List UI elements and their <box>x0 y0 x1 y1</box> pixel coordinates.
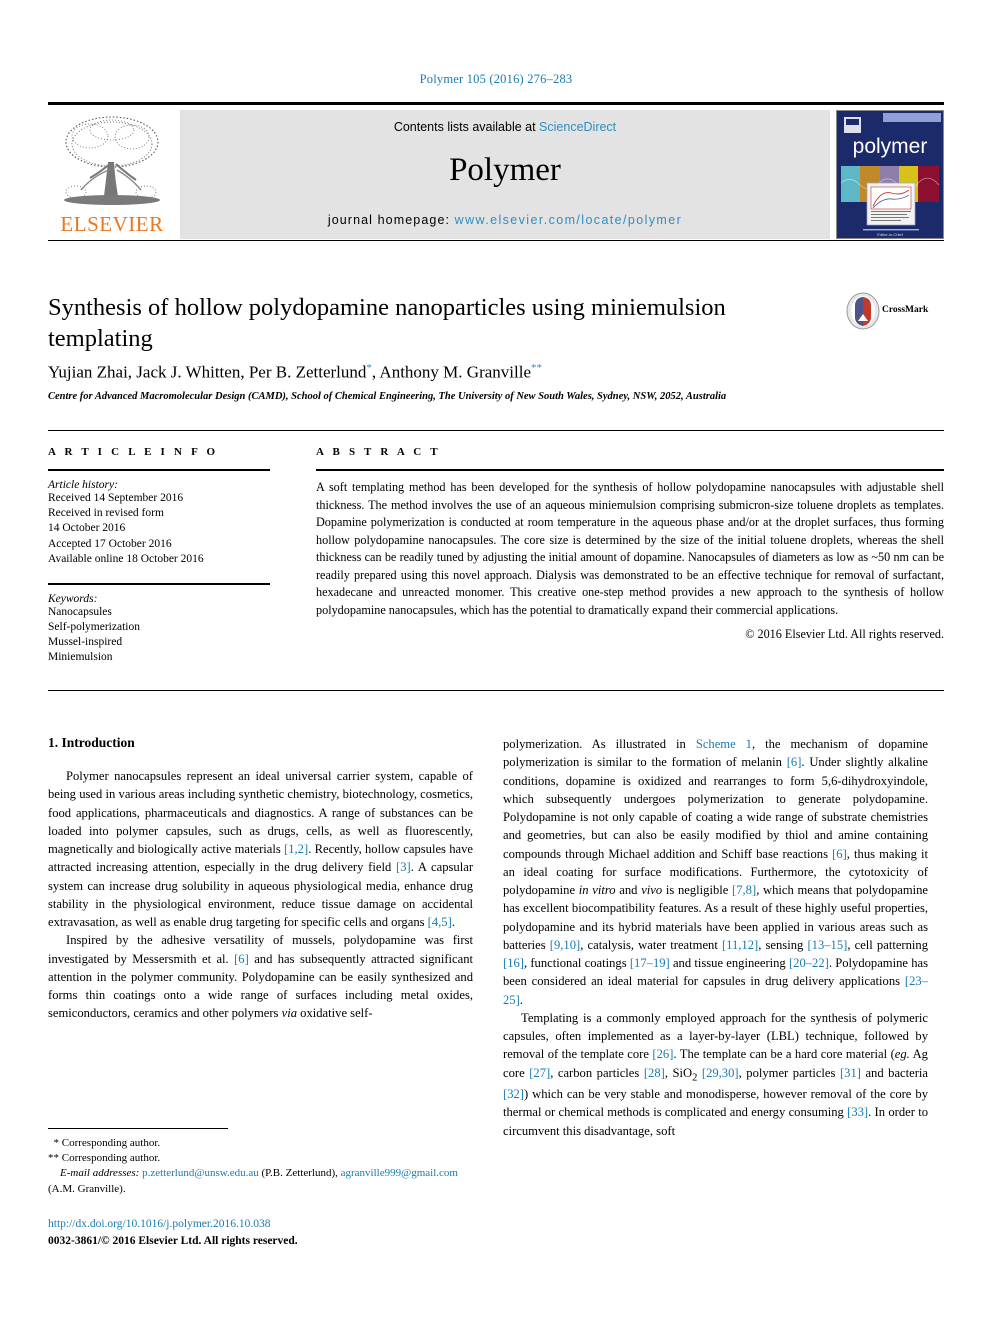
journal-title: Polymer <box>449 152 561 188</box>
info-divider-bottom <box>48 690 944 691</box>
article-info-panel: A R T I C L E I N F O Article history: R… <box>48 446 270 666</box>
corresponding-author-single: * Corresponding author. <box>48 1136 473 1151</box>
page-title: Synthesis of hollow polydopamine nanopar… <box>48 294 726 353</box>
affiliation: Centre for Advanced Macromolecular Desig… <box>48 391 727 402</box>
journal-homepage-link[interactable]: www.elsevier.com/locate/polymer <box>455 213 683 227</box>
email-addresses-line: E-mail addresses: p.zetterlund@unsw.edu.… <box>48 1166 473 1196</box>
paragraph: Inspired by the adhesive versatility of … <box>48 933 473 1021</box>
paragraph: Templating is a commonly employed approa… <box>503 1010 929 1138</box>
abstract-copyright: © 2016 Elsevier Ltd. All rights reserved… <box>745 626 944 641</box>
body-column-left: 1. Introduction Polymer nanocapsules rep… <box>48 735 473 1023</box>
author-list: Yujian Zhai, Jack J. Whitten, Per B. Zet… <box>48 362 543 382</box>
sciencedirect-banner: Contents lists available at ScienceDirec… <box>180 110 830 239</box>
email-owner-granville: (A.M. Granville). <box>48 1182 126 1195</box>
email-label: E-mail addresses: <box>60 1167 140 1180</box>
corresponding-author-double: ** Corresponding author. <box>48 1151 473 1166</box>
article-history-list: Received 14 September 2016 Received in re… <box>48 491 270 567</box>
corresponding-author-single-label: Corresponding author. <box>61 1137 161 1149</box>
cover-artwork: polymer Editor-in-Chief <box>837 111 943 238</box>
list-item: Available online 18 October 2016 <box>48 552 204 565</box>
asterisk-double-icon: ** <box>48 1152 59 1165</box>
article-history-label: Article history: <box>48 479 118 491</box>
list-item: Nanocapsules <box>48 605 112 618</box>
abstract-heading: A B S T R A C T <box>316 446 441 458</box>
elsevier-logo: ELSEVIER <box>48 110 176 239</box>
elsevier-wordmark: ELSEVIER <box>60 212 164 236</box>
doi-block: http://dx.doi.org/10.1016/j.polymer.2016… <box>48 1216 473 1249</box>
list-item: 14 October 2016 <box>48 522 126 535</box>
email-owner-zetterlund: (P.B. Zetterlund), <box>261 1167 338 1180</box>
list-item: Received 14 September 2016 <box>48 492 184 504</box>
list-item: Self-polymerization <box>48 621 140 634</box>
title-divider <box>48 240 944 241</box>
abstract-text: A soft templating method has been develo… <box>316 480 944 617</box>
keywords-rule <box>48 582 270 585</box>
corresponding-author-double-label: Corresponding author. <box>61 1152 161 1165</box>
journal-masthead: ELSEVIER Contents lists available at Sci… <box>48 102 944 239</box>
sciencedirect-link[interactable]: ScienceDirect <box>539 120 616 134</box>
running-head: Polymer 105 (2016) 276–283 <box>419 72 573 86</box>
paragraph: Polymer nanocapsules represent an ideal … <box>48 769 474 929</box>
left-paragraphs: Polymer nanocapsules represent an ideal … <box>48 767 473 1023</box>
list-item: Mussel-inspired <box>48 636 123 649</box>
body-column-right: polymerization. As illustrated in Scheme… <box>503 735 928 1140</box>
info-divider-top <box>48 430 944 431</box>
footnotes-block: * Corresponding author. ** Corresponding… <box>48 1136 473 1197</box>
keywords-block: Keywords: Nanocapsules Self-polymerizatio… <box>48 582 270 666</box>
paragraph: polymerization. As illustrated in Scheme… <box>503 737 929 1007</box>
elsevier-tree-icon <box>64 116 160 205</box>
contents-available-line: Contents lists available at ScienceDirec… <box>180 120 830 134</box>
doi-link[interactable]: http://dx.doi.org/10.1016/j.polymer.2016… <box>48 1216 473 1233</box>
abstract-panel: A B S T R A C T A soft templating method… <box>316 446 944 642</box>
svg-text:Editor-in-Chief: Editor-in-Chief <box>877 232 903 237</box>
article-info-rule <box>48 469 270 471</box>
crossmark-badge[interactable]: CrossMark <box>846 292 946 332</box>
asterisk-single-icon: * <box>48 1137 60 1149</box>
abstract-rule <box>316 469 944 471</box>
keywords-list: Nanocapsules Self-polymerization Mussel-in… <box>48 605 270 666</box>
email-link-granville[interactable]: agranville999@gmail.com <box>341 1167 458 1179</box>
issn-copyright-line: 0032-3861/© 2016 Elsevier Ltd. All right… <box>48 1234 298 1247</box>
list-item: Received in revised form <box>48 507 164 520</box>
list-item: Accepted 17 October 2016 <box>48 537 172 550</box>
journal-homepage-line: journal homepage: www.elsevier.com/locat… <box>180 213 830 227</box>
section-heading-introduction: 1. Introduction <box>48 735 135 750</box>
crossmark-icon <box>846 292 880 330</box>
svg-text:polymer: polymer <box>853 135 928 158</box>
footnote-divider <box>48 1128 228 1129</box>
crossmark-label: CrossMark <box>882 305 929 315</box>
email-link-zetterlund[interactable]: p.zetterlund@unsw.edu.au <box>142 1167 259 1179</box>
paper-page: Polymer 105 (2016) 276–283 ELSEVIER Cont… <box>0 0 992 1323</box>
journal-cover-thumbnail: polymer Editor-in-Chief <box>836 110 944 239</box>
list-item: Miniemulsion <box>48 651 113 664</box>
contents-prefix: Contents lists available at <box>393 120 540 134</box>
right-paragraphs: polymerization. As illustrated in Scheme… <box>503 735 928 1140</box>
homepage-label: journal homepage: <box>327 213 455 227</box>
article-info-heading: A R T I C L E I N F O <box>48 446 219 458</box>
keywords-label: Keywords: <box>48 592 98 605</box>
